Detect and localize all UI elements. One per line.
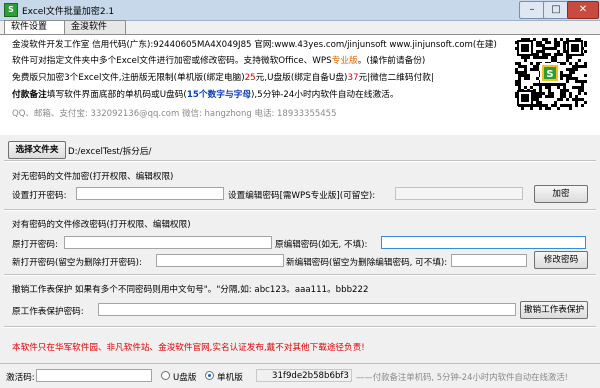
original-open-password-label: 原打开密码: bbox=[12, 240, 58, 250]
payment-note-highlight: 15个数字与字母 bbox=[186, 90, 252, 100]
pro-edition-text: 专业版 bbox=[331, 56, 358, 66]
folder-path: D:/excelTest/拆分后/ bbox=[68, 147, 152, 157]
usb-edition-radio[interactable] bbox=[161, 371, 170, 380]
unprotect-group-title: 撤销工作表保护 如果有多个不同密码则用中文句号"。"分隔,如: abc123。a… bbox=[12, 285, 369, 295]
close-button[interactable]: ✕ bbox=[567, 1, 599, 19]
excel-app-icon: S bbox=[4, 3, 18, 17]
description-text: 软件可对指定文件夹中多个Excel文件进行加密或修改密码。支持微软Office、… bbox=[12, 56, 332, 66]
activation-code-input[interactable] bbox=[36, 369, 152, 382]
svg-text:S: S bbox=[546, 69, 553, 80]
tab-jinjun-software[interactable]: 金浚软件 bbox=[64, 20, 126, 34]
open-password-label: 设置打开密码: bbox=[12, 191, 67, 201]
modify-password-button[interactable]: 修改密码 bbox=[534, 251, 588, 269]
divider bbox=[4, 209, 596, 211]
new-open-password-label: 新打开密码(留空为删除打开密码): bbox=[12, 258, 142, 268]
divider bbox=[4, 274, 596, 276]
encrypt-button[interactable]: 加密 bbox=[534, 185, 588, 203]
encrypt-group-title: 对无密码的文件加密(打开权限、编辑权限) bbox=[12, 172, 174, 182]
description-line: 软件可对指定文件夹中多个Excel文件进行加密或修改密码。支持微软Office、… bbox=[12, 53, 425, 66]
distribution-notice: 本软件只在华军软件园、非凡软件站、金浚软件官网,实名认证发布,戴不对其他下载途径… bbox=[12, 343, 365, 353]
backup-note: 。(操作前请备份) bbox=[357, 56, 426, 66]
divider bbox=[4, 326, 596, 328]
machine-price: 25 bbox=[244, 73, 256, 83]
open-password-input[interactable] bbox=[76, 187, 224, 200]
info-panel: 金浚软件开发工作室 信用代码(广东):92440605MA4X049J85 官网… bbox=[0, 34, 600, 135]
window-title: Excel文件批量加密2.1 bbox=[22, 7, 115, 17]
machine-edition-label: 单机版 bbox=[217, 373, 243, 383]
company-info-line: 金浚软件开发工作室 信用代码(广东):92440605MA4X049J85 官网… bbox=[12, 40, 497, 50]
new-edit-password-label: 新编辑密码(留空为删除编辑密码, 可不填): bbox=[286, 258, 448, 268]
pricing-line: 免费版只加密3个Excel文件,注册版无限制(单机版(绑定电脑)25元,U盘版(… bbox=[12, 70, 434, 83]
machine-edition-radio[interactable] bbox=[205, 371, 214, 380]
payment-note-line: 付款备注填写软件界面底部的单机码或U盘码(15个数字与字母),5分钟-24小时内… bbox=[12, 87, 399, 100]
maximize-button[interactable]: □ bbox=[543, 1, 569, 19]
activation-code-label: 激活码: bbox=[6, 373, 35, 383]
select-folder-button[interactable]: 选择文件夹 bbox=[8, 141, 66, 159]
divider bbox=[4, 160, 596, 162]
pricing-text-a: 免费版只加密3个Excel文件,注册版无限制(单机版(绑定电脑) bbox=[12, 73, 245, 83]
tab-software-settings[interactable]: 软件设置 bbox=[4, 20, 66, 35]
usb-price: 37 bbox=[347, 73, 359, 83]
pricing-text-e: 元|微信二维码付款| bbox=[358, 73, 434, 83]
modify-group-title: 对有密码的文件修改密码(打开权限、编辑权限) bbox=[12, 220, 191, 230]
original-open-password-input[interactable] bbox=[64, 236, 272, 249]
original-edit-password-label: 原编辑密码(如无, 不填): bbox=[275, 240, 368, 250]
new-open-password-input[interactable] bbox=[156, 254, 284, 267]
original-edit-password-input[interactable] bbox=[381, 236, 586, 249]
wechat-pay-qr-code: S bbox=[513, 36, 587, 110]
minimize-button[interactable]: – bbox=[519, 1, 545, 19]
edit-password-label: 设置编辑密码[需WPS专业版](可留空): bbox=[228, 191, 376, 201]
undo-sheet-protect-button[interactable]: 撤销工作表保护 bbox=[520, 301, 588, 319]
payment-note-label: 付款备注 bbox=[12, 90, 47, 100]
status-bar: 激活码: U盘版 单机版 31f9de2b58b6bf3 ——付款备注单机码, … bbox=[0, 363, 600, 388]
title-bar: S Excel文件批量加密2.1 – □ ✕ bbox=[0, 0, 600, 21]
usb-edition-label: U盘版 bbox=[173, 373, 197, 383]
contact-line: QQ、邮箱、支付宝: 332092136@qq.com 微信: hangzhon… bbox=[12, 109, 337, 119]
payment-note-tail: ),5分钟-24小时内软件自动在线激活。 bbox=[251, 90, 399, 100]
machine-code-field bbox=[256, 369, 352, 382]
payment-note-text: 填写软件界面底部的单机码或U盘码( bbox=[46, 90, 187, 100]
activation-tip: ——付款备注单机码, 5分钟-24小时内软件自动在线激活! bbox=[356, 372, 568, 382]
sheet-protect-password-label: 原工作表保护密码: bbox=[12, 307, 84, 317]
sheet-protect-password-input[interactable] bbox=[98, 303, 516, 316]
pricing-text-c: 元,U盘版(绑定自备U盘) bbox=[255, 73, 348, 83]
new-edit-password-input[interactable] bbox=[451, 254, 527, 267]
edit-password-input[interactable] bbox=[395, 187, 523, 200]
